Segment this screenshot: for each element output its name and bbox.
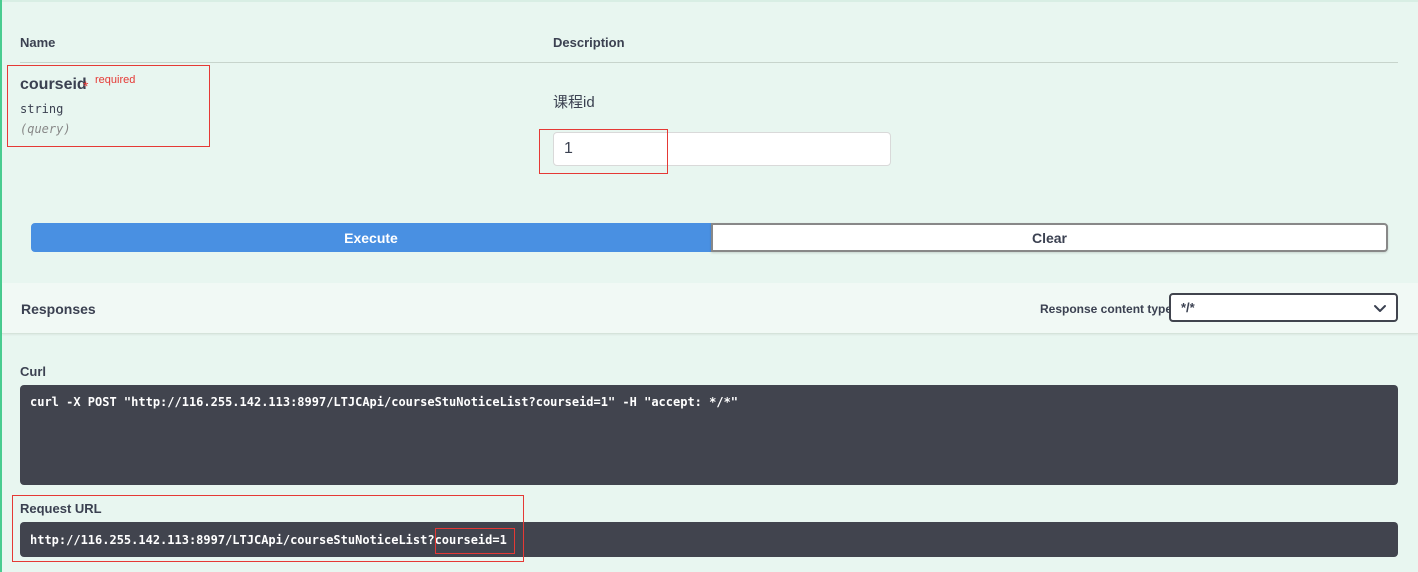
required-star: * bbox=[83, 78, 89, 94]
request-url-value: http://116.255.142.113:8997/LTJCApi/cour… bbox=[30, 533, 507, 547]
response-content-type-select[interactable]: */* bbox=[1169, 293, 1398, 322]
execute-button[interactable]: Execute bbox=[31, 223, 711, 252]
request-url-block: http://116.255.142.113:8997/LTJCApi/cour… bbox=[20, 522, 1398, 557]
chevron-down-icon bbox=[1374, 305, 1386, 312]
responses-header: Responses Response content type */* bbox=[2, 283, 1418, 334]
parameter-description: 课程id bbox=[553, 94, 595, 111]
operation-top-border bbox=[2, 0, 1418, 2]
column-header-description: Description bbox=[553, 35, 625, 50]
curl-code-block: curl -X POST "http://116.255.142.113:899… bbox=[20, 385, 1398, 485]
parameter-name: courseid bbox=[20, 76, 87, 93]
response-content-type-label: Response content type bbox=[1040, 302, 1173, 316]
clear-button[interactable]: Clear bbox=[711, 223, 1388, 252]
curl-label: Curl bbox=[20, 364, 46, 379]
response-content-type-value: */* bbox=[1181, 300, 1195, 315]
column-header-name: Name bbox=[20, 35, 56, 50]
parameter-location: (query) bbox=[20, 122, 71, 136]
required-label: required bbox=[95, 74, 136, 86]
responses-title: Responses bbox=[21, 301, 96, 317]
curl-command: curl -X POST "http://116.255.142.113:899… bbox=[30, 395, 739, 409]
courseid-input[interactable] bbox=[553, 132, 891, 166]
parameter-type: string bbox=[20, 102, 64, 116]
header-divider bbox=[20, 62, 1398, 63]
request-url-label: Request URL bbox=[20, 501, 102, 516]
